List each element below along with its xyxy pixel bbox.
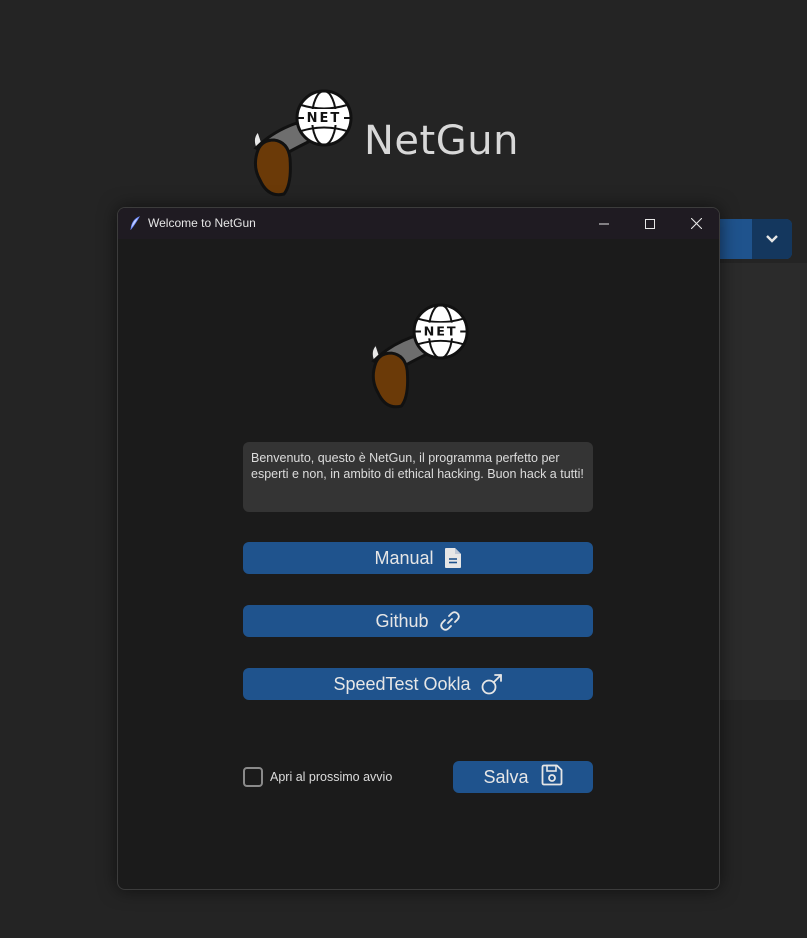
- maximize-icon: [645, 218, 655, 229]
- minimize-icon: [599, 223, 609, 224]
- manual-button-label: Manual: [374, 547, 434, 568]
- save-button[interactable]: Salva: [453, 761, 593, 793]
- close-icon: [690, 218, 702, 229]
- save-button-label: Salva: [483, 766, 529, 787]
- speedtest-button-label: SpeedTest Ookla: [333, 673, 471, 694]
- feather-icon: [130, 216, 140, 230]
- minimize-button[interactable]: [581, 208, 627, 239]
- open-next-start-checkbox[interactable]: Apri al prossimo avvio: [243, 765, 392, 789]
- checkbox-box[interactable]: [243, 767, 263, 787]
- chevron-down-icon: [766, 235, 778, 243]
- combobox-dropdown-button[interactable]: [752, 219, 792, 259]
- netgun-logo: NET: [253, 89, 353, 197]
- welcome-message[interactable]: Benvenuto, questo è NetGun, il programma…: [243, 442, 593, 512]
- welcome-dialog: Welcome to NetGun NET Benvenuto, questo …: [117, 207, 720, 890]
- logo-text: NET: [307, 111, 342, 126]
- app-title: NetGun: [364, 118, 519, 164]
- save-icon: [541, 764, 563, 791]
- netgun-logo: NET: [371, 303, 469, 409]
- link-icon: [439, 610, 461, 632]
- dialog-title: Welcome to NetGun: [148, 216, 256, 230]
- speedtest-button[interactable]: SpeedTest Ookla: [243, 668, 593, 700]
- dialog-titlebar[interactable]: Welcome to NetGun: [118, 208, 719, 239]
- logo-text: NET: [424, 324, 458, 339]
- github-button[interactable]: Github: [243, 605, 593, 637]
- external-link-icon: [481, 673, 503, 695]
- maximize-button[interactable]: [627, 208, 673, 239]
- close-button[interactable]: [673, 208, 719, 239]
- github-button-label: Github: [375, 610, 429, 631]
- document-icon: [444, 547, 462, 569]
- checkbox-label: Apri al prossimo avvio: [270, 770, 393, 784]
- manual-button[interactable]: Manual: [243, 542, 593, 574]
